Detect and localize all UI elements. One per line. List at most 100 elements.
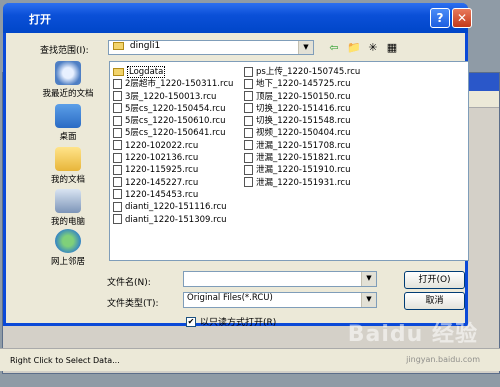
file-icon [113, 91, 122, 102]
file-name: 视频_1220-150404.rcu [256, 128, 351, 139]
back-arrow-icon[interactable]: ⇦ [326, 41, 342, 55]
list-item[interactable]: 5层cs_1220-150454.rcu [113, 103, 233, 115]
file-name: 顶层_1220-150150.rcu [256, 91, 351, 102]
file-icon [244, 152, 253, 163]
file-name: 切换_1220-151416.rcu [256, 103, 351, 114]
file-name: 泄漏_1220-151931.rcu [256, 177, 351, 188]
place-recent-docs[interactable]: 我最近的文档 [38, 61, 98, 99]
file-icon [113, 152, 122, 163]
my-computer-icon [55, 189, 81, 213]
look-in-value: dingli1 [129, 41, 161, 51]
file-icon [113, 189, 122, 200]
file-type-value: Original Files(*.RCU) [187, 293, 273, 303]
file-name: dianti_1220-151116.rcu [125, 202, 227, 213]
help-button[interactable]: ? [430, 8, 450, 28]
file-icon [244, 66, 253, 77]
file-name: 1220-115925.rcu [125, 165, 199, 176]
file-icon [244, 127, 253, 138]
list-item[interactable]: 泄漏_1220-151910.rcu [244, 164, 360, 176]
place-network[interactable]: 网上邻居 [38, 229, 98, 267]
open-button[interactable]: 打开(O) [404, 271, 465, 289]
file-name: 1220-102022.rcu [125, 140, 199, 151]
recent-docs-icon [55, 61, 81, 85]
folder-icon [113, 41, 124, 50]
file-column-1: Logdata 2层超市_1220-150311.rcu 3层_1220-150… [113, 66, 233, 226]
place-my-documents[interactable]: 我的文档 [38, 147, 98, 185]
chevron-down-icon[interactable]: ▼ [361, 272, 376, 286]
file-icon [244, 91, 253, 102]
close-button[interactable]: ✕ [452, 8, 472, 28]
file-type-combo[interactable]: Original Files(*.RCU) ▼ [183, 292, 377, 308]
list-item[interactable]: 顶层_1220-150150.rcu [244, 91, 360, 103]
file-name: 5层cs_1220-150641.rcu [125, 128, 226, 139]
file-name: Logdata [127, 66, 166, 78]
file-icon [113, 78, 122, 89]
list-item[interactable]: 1220-115925.rcu [113, 164, 233, 176]
list-item[interactable]: 泄漏_1220-151931.rcu [244, 177, 360, 189]
file-name-value[interactable] [184, 272, 187, 282]
file-name-label: 文件名(N): [107, 278, 151, 288]
list-item[interactable]: 泄漏_1220-151821.rcu [244, 152, 360, 164]
file-name: 5层cs_1220-150610.rcu [125, 116, 226, 127]
file-name: 1220-145227.rcu [125, 177, 199, 188]
readonly-checkbox[interactable]: ✔ [186, 317, 196, 327]
list-item[interactable]: dianti_1220-151116.rcu [113, 201, 233, 213]
file-name: 2层超市_1220-150311.rcu [125, 79, 234, 90]
file-name: dianti_1220-151309.rcu [125, 214, 227, 225]
file-type-label: 文件类型(T): [107, 299, 159, 309]
file-icon [113, 140, 122, 151]
list-item[interactable]: 5层cs_1220-150610.rcu [113, 115, 233, 127]
my-documents-icon [55, 147, 81, 171]
list-item[interactable]: 视频_1220-150404.rcu [244, 127, 360, 139]
list-item[interactable]: 2层超市_1220-150311.rcu [113, 78, 233, 90]
place-label: 我最近的文档 [42, 89, 94, 99]
look-in-combo[interactable]: dingli1 ▼ [108, 40, 314, 55]
list-item[interactable]: 地下_1220-145725.rcu [244, 78, 360, 90]
file-name: 地下_1220-145725.rcu [256, 79, 351, 90]
list-item[interactable]: 切换_1220-151548.rcu [244, 115, 360, 127]
place-label: 我的电脑 [50, 217, 85, 227]
file-icon [244, 177, 253, 188]
file-icon [113, 103, 122, 114]
file-name: ps上传_1220-150745.rcu [256, 67, 361, 77]
file-icon [244, 103, 253, 114]
file-icon [113, 127, 122, 138]
file-name: 切换_1220-151548.rcu [256, 116, 351, 127]
file-icon [244, 78, 253, 89]
folder-icon [113, 67, 124, 76]
file-column-2: ps上传_1220-150745.rcu 地下_1220-145725.rcu … [244, 66, 360, 189]
status-text: Right Click to Select Data... [10, 356, 120, 365]
place-label: 网上邻居 [50, 257, 85, 267]
list-item[interactable]: 1220-145227.rcu [113, 177, 233, 189]
file-name: 3层_1220-150013.rcu [125, 91, 217, 102]
file-icon [113, 177, 122, 188]
list-item[interactable]: 1220-102022.rcu [113, 140, 233, 152]
file-icon [244, 164, 253, 175]
file-name: 1220-102136.rcu [125, 153, 199, 164]
chevron-down-icon[interactable]: ▼ [361, 293, 376, 307]
list-item[interactable]: 1220-145453.rcu [113, 189, 233, 201]
list-item[interactable]: 3层_1220-150013.rcu [113, 91, 233, 103]
chevron-down-icon[interactable]: ▼ [298, 41, 313, 54]
cancel-button[interactable]: 取消 [404, 292, 465, 310]
list-item[interactable]: Logdata [113, 66, 233, 78]
list-item[interactable]: 切换_1220-151416.rcu [244, 103, 360, 115]
new-folder-icon[interactable]: ✳ [365, 41, 381, 55]
file-name-combo[interactable]: ▼ [183, 271, 377, 287]
up-folder-icon[interactable]: 📁 [346, 41, 362, 55]
place-label: 我的文档 [50, 175, 85, 185]
list-item[interactable]: 泄漏_1220-151708.rcu [244, 140, 360, 152]
list-item[interactable]: ps上传_1220-150745.rcu [244, 66, 360, 78]
desktop-icon [55, 104, 81, 128]
list-item[interactable]: 1220-102136.rcu [113, 152, 233, 164]
open-file-dialog: 打开 ? ✕ 查找范围(I): dingli1 ▼ ⇦ 📁 ✳ ▦ 我最近的文档… [3, 3, 472, 328]
dialog-title: 打开 [29, 13, 51, 26]
view-menu-icon[interactable]: ▦ [384, 41, 400, 55]
place-my-computer[interactable]: 我的电脑 [38, 189, 98, 227]
file-list[interactable]: Logdata 2层超市_1220-150311.rcu 3层_1220-150… [109, 61, 469, 261]
list-item[interactable]: 5层cs_1220-150641.rcu [113, 127, 233, 139]
file-icon [113, 214, 122, 225]
list-item[interactable]: dianti_1220-151309.rcu [113, 214, 233, 226]
readonly-label: 以只读方式打开(R) [200, 318, 277, 328]
place-desktop[interactable]: 桌面 [38, 104, 98, 142]
